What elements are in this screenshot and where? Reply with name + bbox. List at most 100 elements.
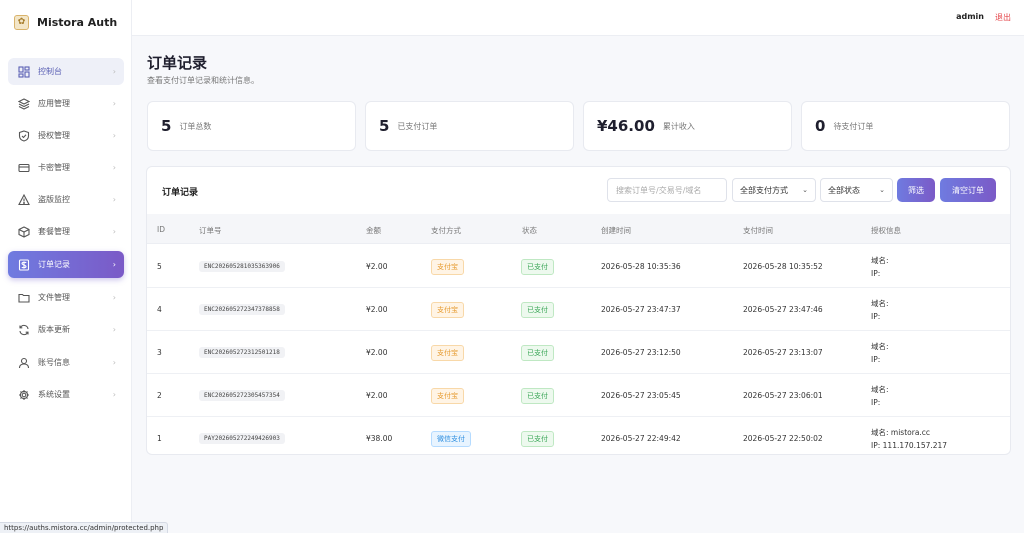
cell-created: 2026-05-27 23:47:37 <box>601 305 681 314</box>
sidebar-item-account[interactable]: 账号信息 › <box>8 349 124 376</box>
pay-method-select[interactable]: 全部支付方式 ⌄ <box>732 178 816 202</box>
stat-card-revenue: ¥46.00 累计收入 <box>583 101 792 151</box>
user-icon <box>18 357 30 369</box>
shield-icon <box>18 129 30 142</box>
pay-method-badge: 支付宝 <box>431 258 464 275</box>
auth-domain: 域名: <box>871 255 889 265</box>
warning-icon <box>18 193 30 206</box>
cell-created: 2026-05-27 22:49:42 <box>601 434 681 443</box>
table-header: ID 订单号 金额 支付方式 状态 创建时间 支付时间 授权信息 <box>147 214 1010 244</box>
sidebar-item-label: 账号信息 <box>38 358 70 367</box>
orders-panel: 订单记录 全部支付方式 ⌄ 全部状态 ⌄ 筛选 清空订单 ID 订单号 金额 支… <box>146 166 1011 455</box>
sidebar-item-label: 文件管理 <box>38 293 70 302</box>
col-amount: 金额 <box>366 226 381 235</box>
logo-icon: ✿ <box>14 14 29 30</box>
box-icon <box>18 225 30 238</box>
table-row: 3 ENC202605272312501218 ¥2.00 支付宝 已支付 20… <box>147 331 1010 374</box>
search-input[interactable] <box>607 178 727 202</box>
gear-icon <box>18 389 30 401</box>
chevron-right-icon: › <box>112 227 116 236</box>
stat-card-pending-orders: 0 待支付订单 <box>801 101 1010 151</box>
table-row: 4 ENC202605272347378858 ¥2.00 支付宝 已支付 20… <box>147 288 1010 331</box>
chevron-right-icon: › <box>112 163 116 172</box>
auth-ip: IP: <box>871 397 881 407</box>
clear-orders-button[interactable]: 清空订单 <box>940 178 996 202</box>
sidebar-item-label: 套餐管理 <box>38 227 70 236</box>
sidebar-item-updates[interactable]: 版本更新 › <box>8 316 124 343</box>
chevron-right-icon: › <box>112 390 116 399</box>
sidebar-item-label: 卡密管理 <box>38 163 70 172</box>
status-badge: 已支付 <box>521 344 554 361</box>
stat-label: 已支付订单 <box>397 121 438 131</box>
col-status: 状态 <box>522 226 537 235</box>
user-name[interactable]: admin <box>956 12 984 21</box>
sidebar: ✿ Mistora Auth 控制台 › 应用管理 › 授权管理 › 卡密管理 … <box>0 0 132 533</box>
cell-id: 5 <box>157 262 162 271</box>
chevron-right-icon: › <box>112 67 116 76</box>
logout-link[interactable]: 退出 <box>995 12 1011 23</box>
chevron-right-icon: › <box>112 260 116 269</box>
chevron-right-icon: › <box>112 195 116 204</box>
col-auth: 授权信息 <box>871 226 901 235</box>
cell-auth: 域名: IP: <box>871 288 889 331</box>
auth-domain: 域名: mistora.cc <box>871 427 931 437</box>
table-row: 1 PAY202605272249426903 ¥38.00 微信支付 已支付 … <box>147 417 1010 454</box>
chevron-down-icon: ⌄ <box>802 186 808 194</box>
cell-id: 4 <box>157 305 162 314</box>
cell-paid: 2026-05-27 22:50:02 <box>743 434 823 443</box>
status-badge: 已支付 <box>521 301 554 318</box>
sidebar-item-label: 系统设置 <box>38 390 70 399</box>
sidebar-item-orders[interactable]: 订单记录 › <box>8 251 124 278</box>
sidebar-item-label: 控制台 <box>38 67 62 76</box>
stat-value: 5 <box>379 117 390 135</box>
auth-domain: 域名: <box>871 341 889 351</box>
status-badge: 已支付 <box>521 387 554 404</box>
chevron-down-icon: ⌄ <box>879 186 885 194</box>
sidebar-item-cards[interactable]: 卡密管理 › <box>8 154 124 181</box>
sidebar-item-label: 订单记录 <box>38 260 70 269</box>
stat-card-paid-orders: 5 已支付订单 <box>365 101 574 151</box>
cell-paid: 2026-05-27 23:06:01 <box>743 391 823 400</box>
brand[interactable]: ✿ Mistora Auth <box>14 13 117 31</box>
cell-amount: ¥38.00 <box>366 434 393 443</box>
receipt-icon <box>18 258 30 271</box>
cell-amount: ¥2.00 <box>366 262 388 271</box>
cell-amount: ¥2.00 <box>366 391 388 400</box>
cell-paid: 2026-05-28 10:35:52 <box>743 262 823 271</box>
chevron-right-icon: › <box>112 99 116 108</box>
cell-id: 1 <box>157 434 162 443</box>
filter-button[interactable]: 筛选 <box>897 178 935 202</box>
status-select[interactable]: 全部状态 ⌄ <box>820 178 893 202</box>
sidebar-item-piracy[interactable]: 盗版监控 › <box>8 186 124 213</box>
cell-amount: ¥2.00 <box>366 305 388 314</box>
cell-auth: 域名: IP: <box>871 245 889 288</box>
panel-title: 订单记录 <box>162 188 199 198</box>
sidebar-item-apps[interactable]: 应用管理 › <box>8 90 124 117</box>
sidebar-item-label: 授权管理 <box>38 131 70 140</box>
stat-label: 订单总数 <box>179 121 212 131</box>
folder-icon <box>18 292 30 304</box>
layers-icon <box>18 97 30 110</box>
sidebar-item-settings[interactable]: 系统设置 › <box>8 381 124 408</box>
brand-name: Mistora Auth <box>37 15 118 29</box>
stat-value: 0 <box>815 117 826 135</box>
cell-created: 2026-05-27 23:12:50 <box>601 348 681 357</box>
sidebar-item-license[interactable]: 授权管理 › <box>8 122 124 149</box>
dashboard-icon <box>18 65 30 78</box>
auth-ip: IP: <box>871 354 881 364</box>
card-icon <box>18 162 30 174</box>
sidebar-item-label: 版本更新 <box>38 325 70 334</box>
status-badge: 已支付 <box>521 258 554 275</box>
select-value: 全部状态 <box>828 185 860 195</box>
select-value: 全部支付方式 <box>740 185 788 195</box>
cell-auth: 域名: mistora.cc IP: 111.170.157.217 <box>871 417 948 454</box>
sidebar-item-files[interactable]: 文件管理 › <box>8 284 124 311</box>
auth-ip: IP: 111.170.157.217 <box>871 440 948 450</box>
sidebar-item-dashboard[interactable]: 控制台 › <box>8 58 124 85</box>
cell-auth: 域名: IP: <box>871 374 889 417</box>
auth-ip: IP: <box>871 311 881 321</box>
sidebar-item-plans[interactable]: 套餐管理 › <box>8 218 124 245</box>
cell-auth: 域名: IP: <box>871 331 889 374</box>
table-row: 2 ENC202605272305457354 ¥2.00 支付宝 已支付 20… <box>147 374 1010 417</box>
order-number: ENC202605272305457354 <box>199 390 285 401</box>
